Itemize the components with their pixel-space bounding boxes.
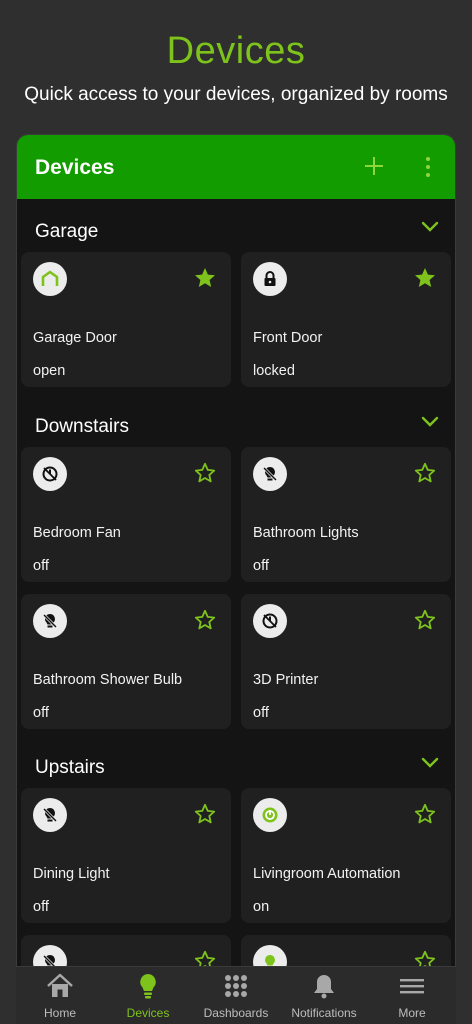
device-name: Bedroom Fan [33, 525, 121, 541]
device-card-3d-printer[interactable]: 3D Printer off [241, 594, 451, 729]
device-card-front-door[interactable]: Front Door locked [241, 252, 451, 387]
device-name: 3D Printer [253, 672, 319, 688]
nav-label: Home [43, 1006, 76, 1020]
chevron-down-icon[interactable] [421, 757, 439, 769]
bulb-off-icon [33, 798, 67, 832]
panel-title: Devices [35, 156, 115, 179]
nav-label: Dashboards [203, 1006, 269, 1020]
device-name: Dining Light [33, 866, 110, 882]
nav-label: Notifications [291, 1006, 357, 1020]
bottom-navigation: Home Devices Dashboards Notifications Mo… [16, 966, 456, 1024]
device-card-bathroom-shower-bulb[interactable]: Bathroom Shower Bulb off [21, 594, 231, 729]
power-off-icon [33, 457, 67, 491]
device-state: off [253, 558, 269, 574]
star-outline-icon[interactable] [413, 802, 437, 826]
device-name: Bathroom Shower Bulb [33, 672, 183, 688]
home-icon [47, 973, 73, 997]
devices-panel: Devices Garage Garage Door open Front Do… [16, 134, 456, 1024]
device-state: off [33, 558, 49, 574]
more-options-button[interactable] [421, 155, 435, 179]
bulb-icon [140, 974, 156, 999]
bell-icon [314, 975, 334, 999]
star-outline-icon[interactable] [193, 461, 217, 485]
kebab-dot [426, 157, 430, 161]
device-state: locked [253, 363, 295, 379]
bulb-off-icon [33, 604, 67, 638]
menu-icon [400, 979, 424, 994]
room-label-upstairs: Upstairs [35, 757, 105, 778]
hero-subtitle: Quick access to your devices, organized … [24, 84, 448, 105]
star-outline-icon[interactable] [193, 802, 217, 826]
room-label-downstairs: Downstairs [35, 416, 129, 437]
add-device-button[interactable] [361, 153, 387, 179]
device-state: off [33, 705, 49, 721]
nav-label: More [398, 1006, 426, 1020]
device-name: Front Door [253, 330, 323, 346]
star-filled-icon[interactable] [413, 266, 437, 290]
device-name: Garage Door [33, 330, 117, 346]
device-card-bathroom-lights[interactable]: Bathroom Lights off [241, 447, 451, 582]
kebab-dot [426, 165, 430, 169]
star-outline-icon[interactable] [193, 608, 217, 632]
hero-title: Devices [166, 30, 306, 72]
room-label-garage: Garage [35, 221, 99, 242]
device-state: on [253, 899, 270, 915]
device-card-bedroom-fan[interactable]: Bedroom Fan off [21, 447, 231, 582]
device-card-dining-light[interactable]: Dining Light off [21, 788, 231, 923]
power-on-icon [253, 798, 287, 832]
nav-label: Devices [126, 1006, 170, 1020]
nav-more[interactable]: More [368, 967, 456, 1024]
device-state: open [33, 363, 66, 379]
panel-header: Devices [17, 135, 455, 199]
device-card-garage-door[interactable]: Garage Door open [21, 252, 231, 387]
device-state: off [253, 705, 269, 721]
device-state: off [33, 899, 49, 915]
nav-home[interactable]: Home [16, 967, 104, 1024]
bulb-off-icon [253, 457, 287, 491]
chevron-down-icon[interactable] [421, 221, 439, 233]
nav-devices[interactable]: Devices [104, 967, 192, 1024]
grid-icon [225, 975, 247, 997]
star-filled-icon[interactable] [193, 266, 217, 290]
star-outline-icon[interactable] [413, 461, 437, 485]
nav-notifications[interactable]: Notifications [280, 967, 368, 1024]
hero-header: Devices Quick access to your devices, or… [0, 0, 472, 140]
device-card-livingroom-automation[interactable]: Livingroom Automation on [241, 788, 451, 923]
garage-icon [33, 262, 67, 296]
chevron-down-icon[interactable] [421, 416, 439, 428]
power-off-icon [253, 604, 287, 638]
device-name: Livingroom Automation [253, 866, 401, 882]
lock-icon [253, 262, 287, 296]
nav-dashboards[interactable]: Dashboards [192, 967, 280, 1024]
star-outline-icon[interactable] [413, 608, 437, 632]
device-name: Bathroom Lights [253, 525, 359, 541]
kebab-dot [426, 173, 430, 177]
